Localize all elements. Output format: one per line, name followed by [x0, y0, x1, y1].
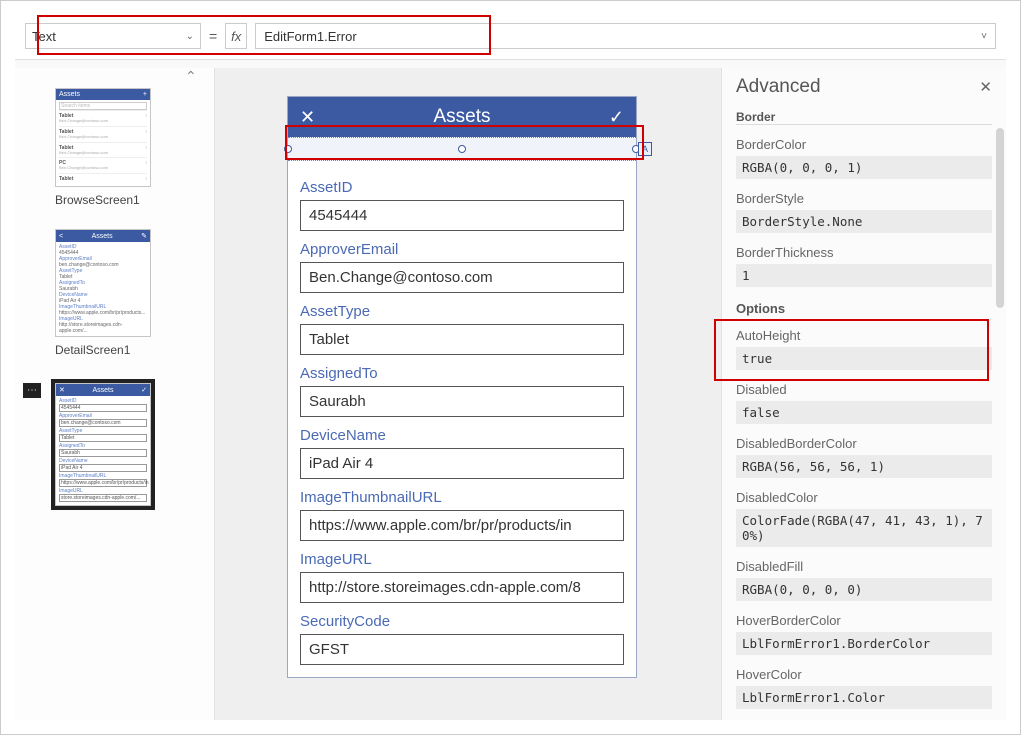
fx-button[interactable]: fx	[225, 23, 247, 49]
edit-icon: ✎	[141, 232, 147, 240]
advanced-scroll[interactable]: Border BorderColor RGBA(0, 0, 0, 1) Borde…	[722, 108, 1006, 720]
advanced-panel: Advanced ✕ Border BorderColor RGBA(0, 0,…	[721, 68, 1006, 720]
thumb-browse[interactable]: Assets + Search items Tablet› Ben.Change…	[55, 88, 151, 187]
resize-handle-icon[interactable]	[458, 145, 466, 153]
prop-value[interactable]: 1	[736, 264, 992, 287]
property-selector-value: Text	[32, 29, 56, 44]
thumb-title: Assets	[92, 233, 113, 240]
fx-label: fx	[231, 29, 241, 44]
phone-preview: ✕ Assets ✓ A AssetID ApproverEmail Asset…	[287, 96, 637, 678]
field-input: ben.change@contoso.com	[59, 419, 147, 427]
field-input: https://www.apple.com/br/pr/products/in	[59, 479, 147, 487]
field-input[interactable]	[300, 510, 624, 541]
formula-value: EditForm1.Error	[264, 29, 356, 44]
prop-value[interactable]: BorderStyle.None	[736, 210, 992, 233]
field-label: AssetID	[300, 179, 624, 196]
screens-panel: ⌃ Assets + Search items Tablet› Ben.Chan…	[15, 68, 215, 720]
prop-name: HoverBorderColor	[736, 613, 992, 628]
list-item: PC› Ben.Change@contoso.com	[59, 157, 147, 173]
field-label: SecurityCode	[300, 613, 624, 630]
equals-sign: =	[209, 28, 217, 44]
prop-value[interactable]: RGBA(56, 56, 56, 1)	[736, 455, 992, 478]
prop-name: Disabled	[736, 382, 992, 397]
chevron-down-icon: ⌄	[186, 31, 194, 42]
field-input: Saurabh	[59, 449, 147, 457]
prop-value[interactable]: RGBA(0, 0, 0, 0)	[736, 578, 992, 601]
plus-icon: +	[143, 91, 147, 98]
list-item: Tablet› Ben.Change@contoso.com	[59, 126, 147, 142]
prop-value[interactable]: ColorFade(RGBA(47, 41, 43, 1), 70%)	[736, 509, 992, 547]
workspace: ⌃ Assets + Search items Tablet› Ben.Chan…	[15, 68, 1006, 720]
check-icon: ✓	[141, 386, 147, 394]
thumb-label: DetailScreen1	[55, 343, 214, 357]
field-input[interactable]	[300, 634, 624, 665]
field-input: 4545444	[59, 404, 147, 412]
prop-name: DisabledFill	[736, 559, 992, 574]
advanced-title: Advanced	[736, 76, 821, 98]
editor-frame: Text ⌄ = fx EditForm1.Error ˅ ⌃ Assets +…	[15, 13, 1006, 720]
check-icon[interactable]: ✓	[609, 107, 624, 128]
chevron-down-icon: ˅	[981, 31, 987, 42]
field-value: http://store.storeimages.cdn-apple.com/.…	[59, 322, 147, 334]
formula-bar: Text ⌄ = fx EditForm1.Error ˅	[15, 13, 1006, 60]
app-header: ✕ Assets ✓	[288, 97, 636, 137]
prop-name: BorderThickness	[736, 245, 992, 260]
text-badge-icon: A	[638, 142, 652, 156]
field-input[interactable]	[300, 262, 624, 293]
panel-grip-icon[interactable]: ⌃	[185, 68, 197, 85]
close-icon[interactable]: ✕	[300, 107, 315, 128]
list-item: Tablet› Ben.Change@contoso.com	[59, 142, 147, 158]
canvas[interactable]: ✕ Assets ✓ A AssetID ApproverEmail Asset…	[215, 68, 721, 720]
prop-value[interactable]: LblFormError1.Color	[736, 686, 992, 709]
back-icon: <	[59, 233, 63, 240]
field-input: Tablet	[59, 434, 147, 442]
app-title: Assets	[315, 106, 609, 128]
field-label: AssignedTo	[300, 365, 624, 382]
advanced-group: Border	[736, 108, 992, 125]
advanced-group: Options	[736, 301, 992, 316]
more-icon[interactable]: ⋯	[23, 383, 41, 398]
field-label: DeviceName	[300, 427, 624, 444]
field-label: ImageThumbnailURL	[300, 489, 624, 506]
close-icon: ✕	[59, 386, 65, 394]
prop-name: BorderColor	[736, 137, 992, 152]
thumb-detail[interactable]: < Assets ✎ AssetID 4545444ApproverEmail …	[55, 229, 151, 337]
scrollbar-thumb[interactable]	[996, 128, 1004, 308]
field-label: AssetType	[300, 303, 624, 320]
field-input[interactable]	[300, 386, 624, 417]
resize-handle-icon[interactable]	[284, 145, 292, 153]
prop-value[interactable]: RGBA(0, 0, 0, 1)	[736, 156, 992, 179]
thumb-label: BrowseScreen1	[55, 193, 214, 207]
thumb-title: Assets	[92, 387, 113, 394]
prop-name: AutoHeight	[736, 328, 992, 343]
field-input: store.storeimages.cdn-apple.com/...	[59, 494, 147, 502]
field-input: iPad Air 4	[59, 464, 147, 472]
form-body: AssetID ApproverEmail AssetType Assigned…	[288, 161, 636, 677]
close-icon[interactable]: ✕	[979, 78, 992, 96]
field-input[interactable]	[300, 572, 624, 603]
field-label: ApproverEmail	[300, 241, 624, 258]
field-input[interactable]	[300, 200, 624, 231]
thumb-title: Assets	[59, 91, 80, 98]
list-item: Tablet› Ben.Change@contoso.com	[59, 110, 147, 126]
prop-value[interactable]: false	[736, 401, 992, 424]
prop-name: HoverColor	[736, 667, 992, 682]
selected-error-label[interactable]: A	[288, 137, 636, 161]
prop-value-autoheight[interactable]: true	[736, 347, 992, 370]
prop-name: DisabledBorderColor	[736, 436, 992, 451]
field-label: ImageURL	[300, 551, 624, 568]
formula-input[interactable]: EditForm1.Error ˅	[255, 23, 996, 49]
field-input[interactable]	[300, 448, 624, 479]
property-selector[interactable]: Text ⌄	[25, 23, 201, 49]
field-input[interactable]	[300, 324, 624, 355]
prop-name: DisabledColor	[736, 490, 992, 505]
thumb-edit-selected[interactable]: ⋯ ✕ Assets ✓ AssetID 4545444ApproverEmai…	[51, 379, 155, 510]
list-item: Tablet›	[59, 173, 147, 184]
prop-value[interactable]: LblFormError1.BorderColor	[736, 632, 992, 655]
prop-name: BorderStyle	[736, 191, 992, 206]
